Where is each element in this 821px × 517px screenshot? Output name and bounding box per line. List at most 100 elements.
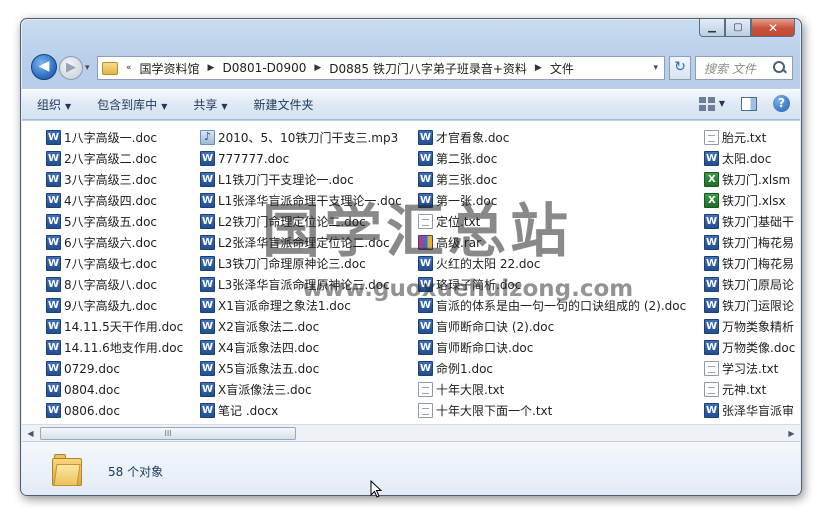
file-item[interactable]: 万物类像.doc bbox=[704, 337, 795, 358]
refresh-button[interactable]: ↻ bbox=[669, 56, 691, 80]
breadcrumb-separator[interactable]: ▶ bbox=[531, 63, 546, 73]
scroll-thumb[interactable]: III bbox=[40, 427, 296, 440]
help-icon[interactable]: ? bbox=[773, 95, 790, 112]
address-dropdown[interactable]: ▾ bbox=[653, 63, 658, 73]
file-item[interactable]: 第一张.doc bbox=[418, 190, 686, 211]
file-item[interactable]: 十年大限下面一个.txt bbox=[418, 400, 686, 421]
file-item[interactable]: 火红的太阳 22.doc bbox=[418, 253, 686, 274]
file-item[interactable]: 十年大限.txt bbox=[418, 379, 686, 400]
file-item[interactable]: 1八字高级一.doc bbox=[46, 127, 183, 148]
file-item[interactable]: 5八字高级五.doc bbox=[46, 211, 183, 232]
address-bar[interactable]: « 国学资料馆 ▶ D0801-D0900 ▶ D0885 铁刀门八字弟子班录音… bbox=[97, 56, 665, 80]
search-input[interactable]: 搜索 文件 bbox=[704, 60, 772, 77]
file-item[interactable]: 14.11.5天干作用.doc bbox=[46, 316, 183, 337]
file-item[interactable]: 万物类象精析 bbox=[704, 316, 795, 337]
file-item[interactable]: 6八字高级六.doc bbox=[46, 232, 183, 253]
file-item[interactable]: 2010、5、10铁刀门干支三.mp3 bbox=[200, 127, 402, 148]
navigation-bar: ◀ ▶ ▾ « 国学资料馆 ▶ D0801-D0900 ▶ D0885 铁刀门八… bbox=[29, 54, 793, 81]
file-item[interactable]: 笔记 .docx bbox=[200, 400, 402, 421]
file-item[interactable]: 铁刀门原局论 bbox=[704, 274, 795, 295]
breadcrumb-item[interactable]: D0885 铁刀门八字弟子班录音+资料 bbox=[329, 60, 527, 77]
file-item[interactable]: X盲派像法三.doc bbox=[200, 379, 402, 400]
file-item[interactable]: 0804.doc bbox=[46, 379, 183, 400]
file-name: X2盲派象法二.doc bbox=[218, 320, 320, 334]
doc-file-icon bbox=[704, 214, 719, 229]
search-icon[interactable] bbox=[772, 60, 788, 76]
minimize-button[interactable]: ▁ bbox=[699, 19, 725, 37]
file-item[interactable]: 2八字高级二.doc bbox=[46, 148, 183, 169]
close-button[interactable]: ✕ bbox=[751, 19, 795, 37]
back-button[interactable]: ◀ bbox=[31, 54, 57, 80]
file-item[interactable]: 铁刀门运限论 bbox=[704, 295, 795, 316]
file-item[interactable]: L1铁刀门干支理论一.doc bbox=[200, 169, 402, 190]
file-item[interactable]: 14.11.6地支作用.doc bbox=[46, 337, 183, 358]
forward-button[interactable]: ▶ bbox=[59, 56, 83, 80]
file-item[interactable]: 才官看象.doc bbox=[418, 127, 686, 148]
file-item[interactable]: 铁刀门梅花易 bbox=[704, 232, 795, 253]
file-item[interactable]: 8八字高级八.doc bbox=[46, 274, 183, 295]
maximize-button[interactable]: ▢ bbox=[725, 19, 751, 37]
preview-pane-icon[interactable] bbox=[741, 96, 757, 111]
file-item[interactable]: L1张泽华盲派命理干支理论一.doc bbox=[200, 190, 402, 211]
scroll-left-button[interactable]: ◀ bbox=[22, 426, 39, 441]
file-item[interactable]: X5盲派象法五.doc bbox=[200, 358, 402, 379]
breadcrumb-item[interactable]: 文件 bbox=[550, 60, 574, 77]
search-box[interactable]: 搜索 文件 bbox=[695, 56, 793, 80]
file-item[interactable]: 张泽华盲派审 bbox=[704, 400, 795, 421]
file-item[interactable]: X1盲派命理之象法1.doc bbox=[200, 295, 402, 316]
file-item[interactable]: 0806.doc bbox=[46, 400, 183, 421]
doc-file-icon bbox=[704, 277, 719, 292]
horizontal-scrollbar[interactable]: ◀ III ▶ bbox=[22, 424, 800, 441]
share-menu[interactable]: 共享 ▼ bbox=[193, 96, 227, 113]
file-name: L3张泽华盲派命理原神论三.doc bbox=[218, 278, 390, 292]
file-item[interactable]: 铁刀门梅花易 bbox=[704, 253, 795, 274]
doc-file-icon bbox=[418, 172, 433, 187]
file-item[interactable]: 3八字高级三.doc bbox=[46, 169, 183, 190]
scroll-right-button[interactable]: ▶ bbox=[783, 426, 800, 441]
file-item[interactable]: 胎元.txt bbox=[704, 127, 795, 148]
file-item[interactable]: 9八字高级九.doc bbox=[46, 295, 183, 316]
breadcrumb-separator[interactable]: ▶ bbox=[310, 63, 325, 73]
change-view-button[interactable]: ▼ bbox=[698, 96, 725, 111]
file-item[interactable]: 命例1.doc bbox=[418, 358, 686, 379]
file-item[interactable]: L3张泽华盲派命理原神论三.doc bbox=[200, 274, 402, 295]
file-item[interactable]: 元神.txt bbox=[704, 379, 795, 400]
file-item[interactable]: 高级.rar bbox=[418, 232, 686, 253]
file-item[interactable]: L2铁刀门命理定位论二.doc bbox=[200, 211, 402, 232]
file-item[interactable]: 4八字高级四.doc bbox=[46, 190, 183, 211]
file-item[interactable]: 铁刀门.xlsm bbox=[704, 169, 795, 190]
file-item[interactable]: 铁刀门.xlsx bbox=[704, 190, 795, 211]
file-item[interactable]: L3铁刀门命理原神论三.doc bbox=[200, 253, 402, 274]
file-item[interactable]: 太阳.doc bbox=[704, 148, 795, 169]
file-item[interactable]: L2张泽华盲派命理定位论二.doc bbox=[200, 232, 402, 253]
file-name: X盲派像法三.doc bbox=[218, 383, 312, 397]
file-item[interactable]: X4盲派象法四.doc bbox=[200, 337, 402, 358]
doc-file-icon bbox=[704, 151, 719, 166]
file-item[interactable]: X2盲派象法二.doc bbox=[200, 316, 402, 337]
file-item[interactable]: 7八字高级七.doc bbox=[46, 253, 183, 274]
include-in-library-menu[interactable]: 包含到库中 ▼ bbox=[97, 96, 167, 113]
file-item[interactable]: 盲师断命口诀.doc bbox=[418, 337, 686, 358]
file-item[interactable]: 777777.doc bbox=[200, 148, 402, 169]
file-item[interactable]: 铁刀门基础干 bbox=[704, 211, 795, 232]
file-item[interactable]: 第三张.doc bbox=[418, 169, 686, 190]
new-folder-label: 新建文件夹 bbox=[253, 98, 314, 112]
file-item[interactable]: 盲派的体系是由一句一句的口诀组成的 (2).doc bbox=[418, 295, 686, 316]
recent-pages-dropdown[interactable]: ▾ bbox=[85, 63, 90, 73]
file-item[interactable]: 第二张.doc bbox=[418, 148, 686, 169]
doc-file-icon bbox=[704, 256, 719, 271]
file-item[interactable]: 学习法.txt bbox=[704, 358, 795, 379]
breadcrumb-item[interactable]: D0801-D0900 bbox=[222, 61, 306, 75]
file-item[interactable]: 定位.txt bbox=[418, 211, 686, 232]
file-item[interactable]: 盲师断命口诀 (2).doc bbox=[418, 316, 686, 337]
file-column: 2010、5、10铁刀门干支三.mp3 777777.doc L1铁刀门干支理论一.… bbox=[200, 127, 402, 421]
chevron-down-icon: ▼ bbox=[221, 102, 228, 111]
file-item[interactable]: 0729.doc bbox=[46, 358, 183, 379]
organize-menu[interactable]: 组织 ▼ bbox=[37, 96, 71, 113]
breadcrumb-item[interactable]: 国学资料馆 bbox=[140, 60, 200, 77]
breadcrumb-separator[interactable]: ▶ bbox=[204, 63, 219, 73]
overflow-chevron[interactable]: « bbox=[122, 63, 136, 73]
file-item[interactable]: 珞琭子简析.doc bbox=[418, 274, 686, 295]
include-in-library-label: 包含到库中 bbox=[97, 98, 158, 112]
new-folder-button[interactable]: 新建文件夹 bbox=[254, 96, 314, 113]
